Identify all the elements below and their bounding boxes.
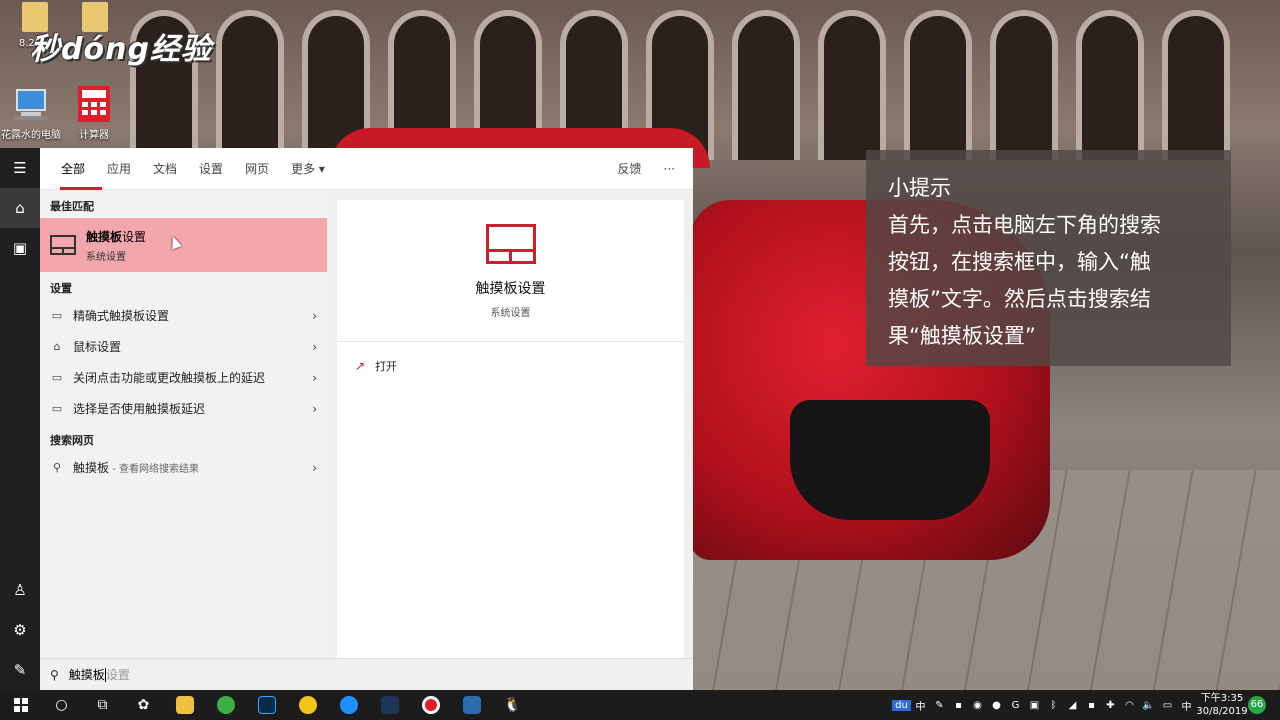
touchpad-icon: ▭: [51, 402, 63, 415]
home-icon[interactable]: ⌂: [0, 188, 40, 228]
baidu-icon[interactable]: du: [892, 699, 911, 711]
chevron-right-icon: ›: [312, 308, 317, 323]
feedback-button[interactable]: 反馈: [607, 148, 653, 190]
start-rail: ☰ ⌂ ▣ ♙ ⚙ ✎: [0, 148, 40, 690]
user-icon[interactable]: ♙: [0, 570, 40, 610]
search-tabs: 全部 应用 文档 设置 网页 更多 ▾ 反馈 ···: [40, 148, 693, 190]
open-action[interactable]: ↗ 打开: [337, 342, 684, 390]
clock-date: 30/8/2019: [1196, 706, 1248, 717]
more-options-button[interactable]: ···: [653, 148, 693, 190]
desktop-icon-label: 花露水的电脑: [1, 130, 61, 141]
search-icon: ⚲: [52, 461, 62, 474]
mouse-icon: ⌂: [53, 340, 61, 353]
language-icon[interactable]: 中: [1177, 698, 1196, 713]
tab-apps[interactable]: 应用: [96, 148, 142, 190]
web-heading: 搜索网页: [50, 434, 94, 447]
clock[interactable]: 下午3:35 30/8/2019: [1196, 692, 1248, 718]
preview-title: 触摸板设置: [475, 281, 546, 297]
tab-all[interactable]: 全部: [50, 148, 103, 190]
tray-app-icon[interactable]: ◢: [1063, 700, 1082, 711]
list-item[interactable]: ⌂ 鼠标设置 ›: [40, 331, 327, 362]
photoshop-icon[interactable]: [246, 690, 287, 720]
web-search-item[interactable]: ⚲ 触摸板 - 查看网络搜索结果 ›: [40, 452, 327, 483]
chat-app-icon[interactable]: [328, 690, 369, 720]
taskbar: ○ ⧉ ✿ 🐧 du 中 ✎ ▪ ◉ ● G ▣ ᛒ ◢ ▪ ✚ ◠ 🔈 ▭ 中…: [0, 690, 1280, 720]
best-match-item[interactable]: 触摸板设置 系统设置: [40, 218, 327, 272]
wallpaper-car-grille: [790, 400, 990, 520]
cortana-icon[interactable]: ○: [41, 690, 82, 720]
search-icon: ⚲: [50, 667, 59, 682]
clock-time: 下午3:35: [1200, 693, 1244, 704]
chevron-right-icon: ›: [312, 339, 317, 354]
volume-icon[interactable]: 🔈: [1139, 700, 1158, 711]
best-match-heading: 最佳匹配: [50, 200, 94, 213]
touchpad-icon: [485, 224, 536, 264]
tab-documents[interactable]: 文档: [142, 148, 188, 190]
tab-settings[interactable]: 设置: [188, 148, 234, 190]
editor-app-icon[interactable]: [451, 690, 492, 720]
preview-subtitle: 系统设置: [490, 308, 531, 319]
touchpad-icon: [50, 235, 76, 255]
touchpad-icon: ▭: [51, 309, 63, 322]
pinwheel-app-icon[interactable]: ✿: [123, 690, 164, 720]
list-item[interactable]: ▭ 关闭点击功能或更改触摸板上的延迟 ›: [40, 362, 327, 393]
search-input[interactable]: ⚲ 触摸板 设置: [40, 658, 693, 690]
tray-app-icon[interactable]: ◉: [968, 700, 987, 711]
pen-icon[interactable]: ✎: [930, 700, 949, 711]
start-button[interactable]: [0, 690, 41, 720]
tip-line: 摸板”文字。然后点击搜索结: [888, 287, 1151, 311]
feedback-icon[interactable]: ✎: [0, 650, 40, 690]
open-icon: ↗: [355, 359, 366, 373]
list-item[interactable]: ▭ 精确式触摸板设置 ›: [40, 300, 327, 331]
search-panel: 全部 应用 文档 设置 网页 更多 ▾ 反馈 ··· 最佳匹配 触摸板设置 系统…: [40, 148, 693, 690]
tab-more[interactable]: 更多 ▾: [280, 148, 336, 190]
tip-line: 果“触摸板设置”: [888, 324, 1036, 348]
network-icon[interactable]: ◠: [1120, 700, 1139, 711]
browser-icon[interactable]: [205, 690, 246, 720]
battery-icon[interactable]: ▭: [1158, 700, 1177, 711]
preview-pane: 触摸板设置 系统设置 ↗ 打开: [337, 200, 684, 658]
document-icon[interactable]: ▣: [0, 228, 40, 268]
touchpad-icon: ▭: [51, 371, 63, 384]
system-tray: du 中 ✎ ▪ ◉ ● G ▣ ᛒ ◢ ▪ ✚ ◠ 🔈 ▭ 中 下午3:35 …: [892, 690, 1280, 720]
calculator-icon: [74, 84, 114, 124]
watermark-logo: 秒dóng经验: [30, 32, 212, 67]
task-view-icon[interactable]: ⧉: [82, 690, 123, 720]
tip-line: 按钮，在搜索框中，输入“触: [888, 250, 1151, 274]
tip-line: 首先，点击电脑左下角的搜索: [888, 213, 1161, 237]
tray-app-icon[interactable]: ▪: [949, 700, 968, 711]
book-app-icon[interactable]: [369, 690, 410, 720]
best-match-subtitle: 系统设置: [86, 251, 126, 263]
tray-app-icon[interactable]: ✚: [1101, 700, 1120, 711]
desktop-icon-calculator[interactable]: 计算器: [59, 84, 129, 141]
desktop-icon-computer[interactable]: 花露水的电脑: [0, 84, 66, 141]
results-list: 最佳匹配 触摸板设置 系统设置 设置 ▭ 精确式触摸板设置 › ⌂ 鼠标设置 ›…: [40, 190, 327, 658]
notification-badge[interactable]: 66: [1248, 696, 1266, 714]
record-icon[interactable]: [410, 690, 451, 720]
chevron-right-icon: ›: [312, 401, 317, 416]
tray-app-icon[interactable]: ●: [987, 700, 1006, 711]
file-explorer-icon[interactable]: [164, 690, 205, 720]
computer-icon: [11, 84, 51, 124]
desktop-icon-label: 计算器: [79, 130, 109, 141]
qq-icon[interactable]: 🐧: [492, 690, 533, 720]
tab-web[interactable]: 网页: [234, 148, 280, 190]
settings-heading: 设置: [50, 282, 72, 295]
chevron-right-icon: ›: [312, 370, 317, 385]
norton-icon[interactable]: [287, 690, 328, 720]
tip-heading: 小提示: [888, 176, 951, 200]
gear-icon[interactable]: ⚙: [0, 610, 40, 650]
chevron-right-icon: ›: [312, 460, 317, 475]
ime-indicator[interactable]: 中: [911, 698, 930, 713]
list-item[interactable]: ▭ 选择是否使用触摸板延迟 ›: [40, 393, 327, 424]
hamburger-icon[interactable]: ☰: [0, 148, 40, 188]
tray-app-icon[interactable]: ▪: [1082, 700, 1101, 711]
tip-box: 小提示 首先，点击电脑左下角的搜索 按钮，在搜索框中，输入“触 摸板”文字。然后…: [866, 150, 1231, 366]
best-match-title: 触摸板设置: [86, 229, 147, 244]
tray-app-icon[interactable]: G: [1006, 700, 1025, 711]
tray-app-icon[interactable]: ▣: [1025, 700, 1044, 711]
mouse-cursor-icon: [168, 234, 182, 250]
bluetooth-icon[interactable]: ᛒ: [1044, 700, 1063, 711]
